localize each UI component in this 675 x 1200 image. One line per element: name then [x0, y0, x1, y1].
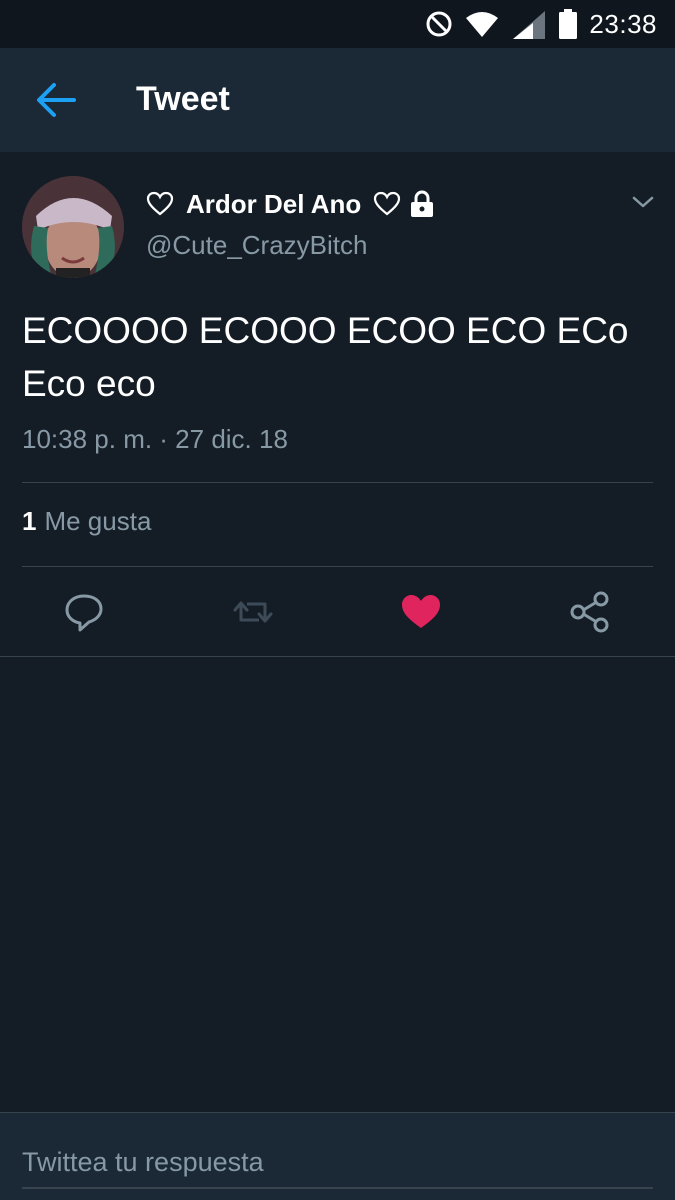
reply-bar: [0, 1112, 675, 1200]
tweet-detail-screen: 23:38 Tweet Ardor Del Ano @Cute_CrazyBit…: [0, 0, 675, 1200]
back-button[interactable]: [34, 80, 78, 120]
like-icon: [402, 595, 440, 628]
reply-button[interactable]: [62, 590, 106, 634]
status-bar: 23:38: [0, 0, 675, 48]
battery-icon: [559, 9, 578, 39]
tweet-timestamp: 10:38 p. m. · 27 dic. 18: [22, 424, 288, 454]
page-title: Tweet: [136, 80, 230, 118]
share-button[interactable]: [568, 590, 612, 634]
likes-summary[interactable]: 1 Me gusta: [22, 506, 151, 537]
reply-input[interactable]: [22, 1137, 653, 1189]
tweet-text: ECOOOO ECOOO ECOO ECO ECo Eco eco: [22, 310, 629, 404]
divider: [22, 566, 653, 567]
display-name: Ardor Del Ano: [186, 188, 362, 219]
chevron-down-icon[interactable]: [630, 192, 656, 212]
wifi-icon: [466, 12, 499, 37]
likes-label: Me gusta: [44, 506, 152, 536]
arrow-left-icon: [37, 83, 76, 117]
app-bar: Tweet: [0, 48, 675, 152]
divider: [22, 482, 653, 483]
lock-icon: [411, 190, 434, 217]
divider: [0, 656, 675, 657]
share-icon: [570, 591, 609, 633]
like-button[interactable]: [399, 590, 443, 634]
heart-outline-icon: [146, 191, 174, 216]
user-handle[interactable]: @Cute_CrazyBitch: [146, 230, 367, 261]
reply-icon: [65, 594, 103, 632]
do-not-disturb-icon: [426, 11, 452, 37]
avatar[interactable]: [22, 176, 124, 278]
likes-count: 1: [22, 506, 37, 536]
heart-outline-icon: [374, 191, 401, 216]
signal-icon: [513, 11, 546, 39]
retweet-button[interactable]: [231, 590, 275, 634]
clock: 23:38: [589, 8, 657, 39]
retweet-icon: [233, 601, 273, 623]
author-name-row[interactable]: Ardor Del Ano: [146, 186, 435, 222]
